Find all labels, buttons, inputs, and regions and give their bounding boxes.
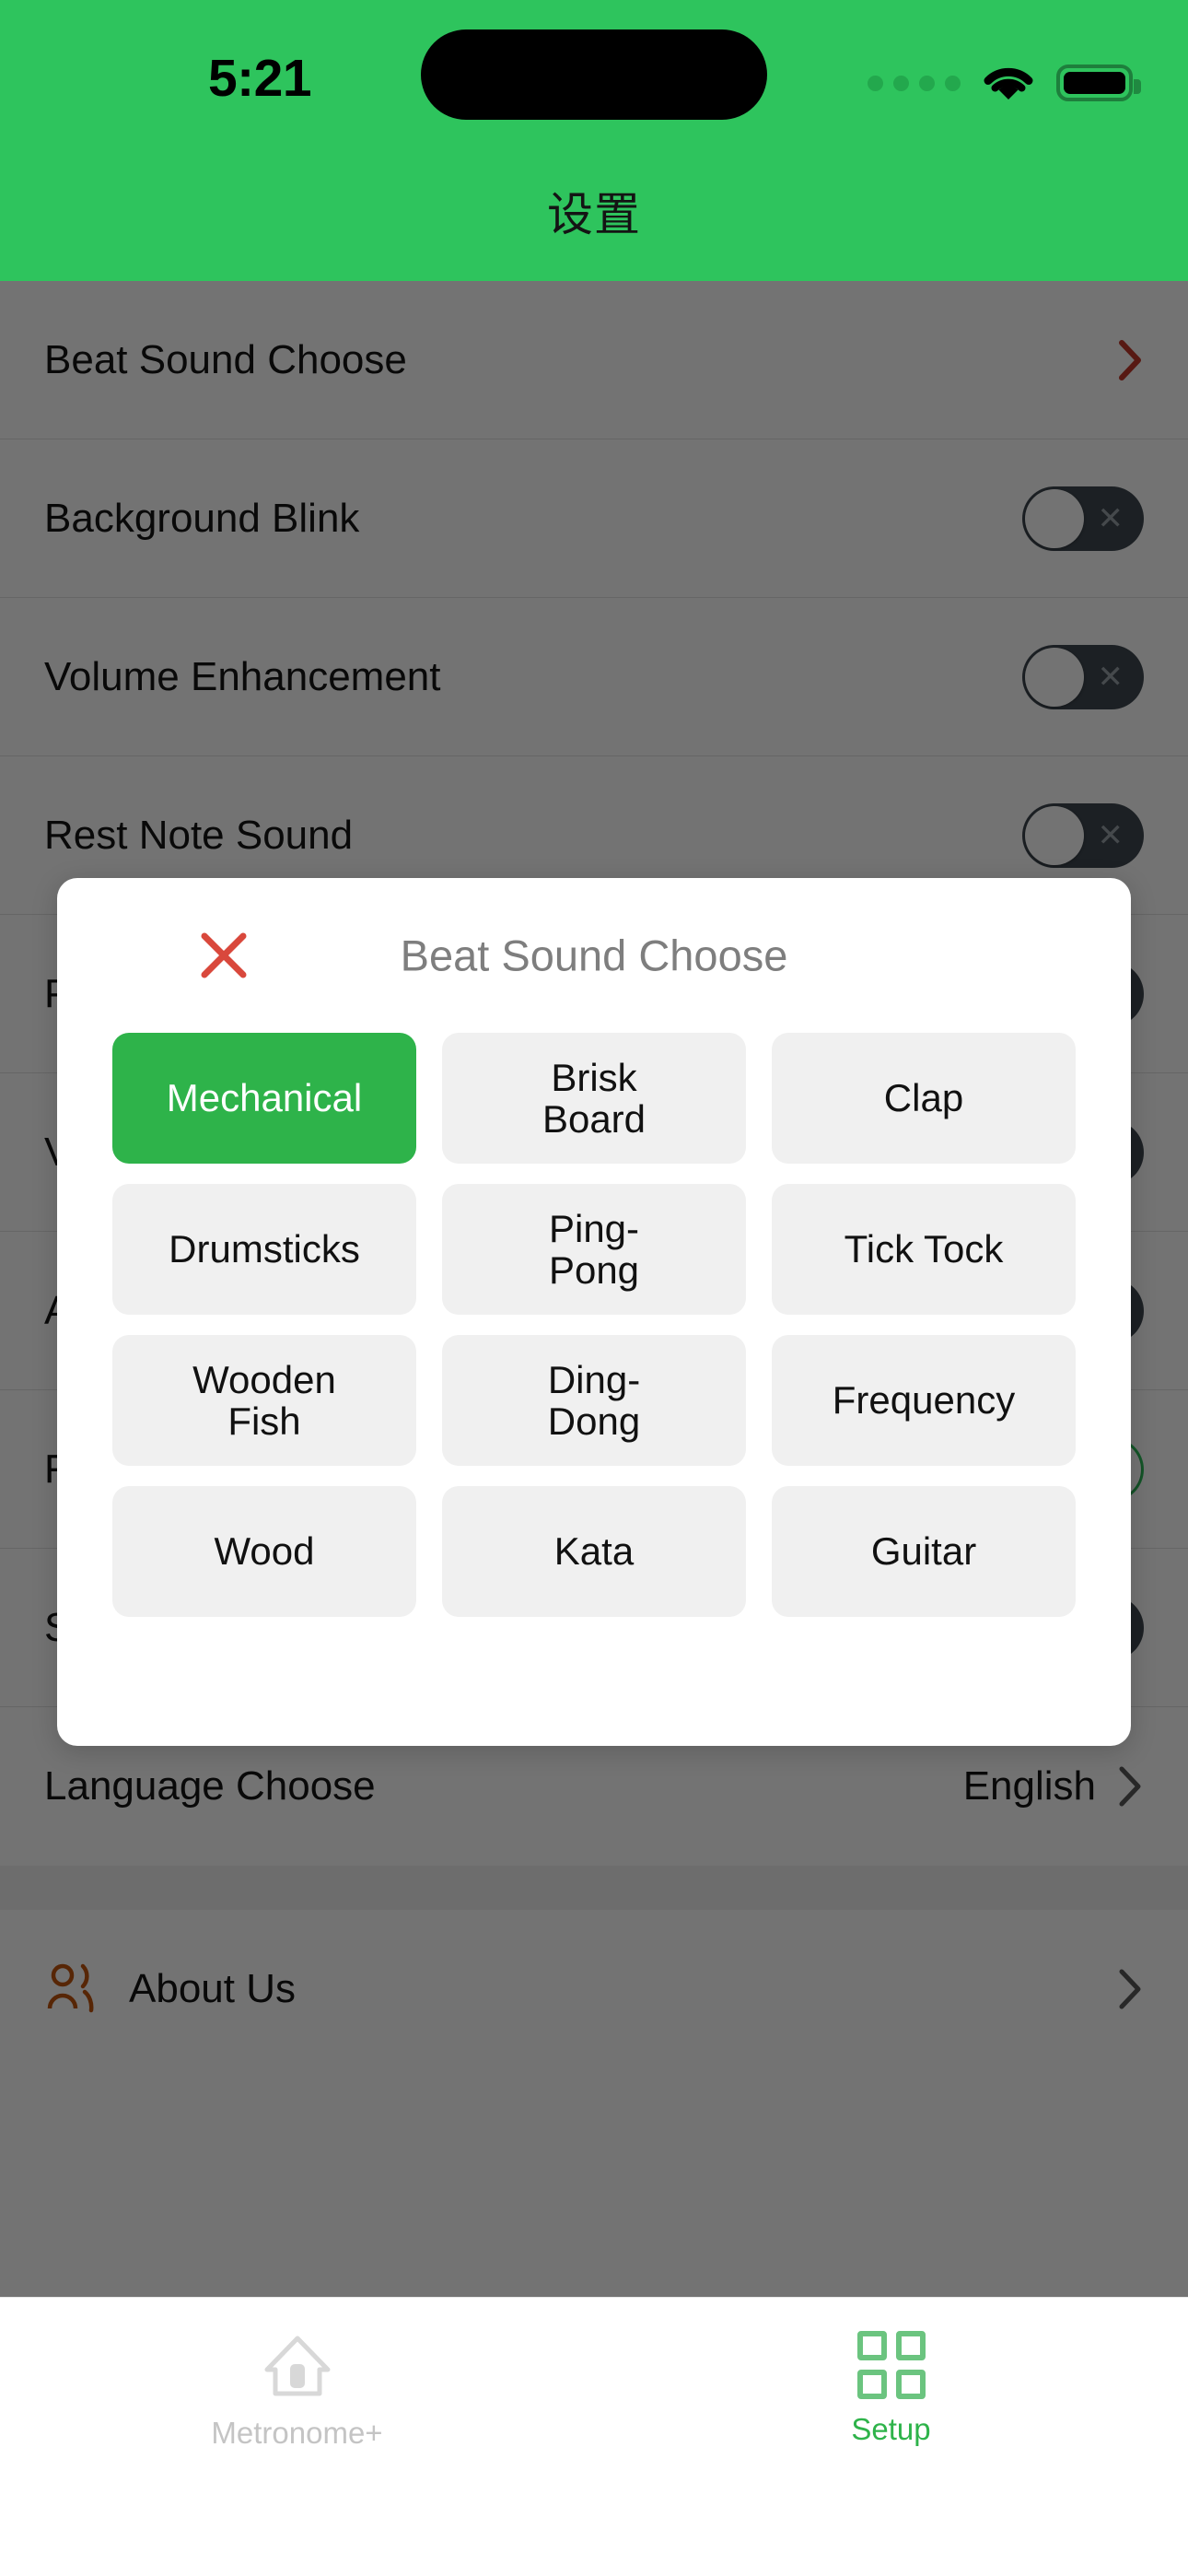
modal-title: Beat Sound Choose [400,931,788,980]
bottom-tab-bar: Metronome+ Setup [0,2297,1188,2576]
tab-setup-label: Setup [851,2412,931,2446]
sound-option-button[interactable]: Ding- Dong [442,1335,746,1466]
modal-header: Beat Sound Choose [57,878,1131,1033]
sound-option-button[interactable]: Brisk Board [442,1033,746,1164]
sound-option-button[interactable]: Wooden Fish [112,1335,416,1466]
phone-screen: Beat Sound ChooseBackground Blink✕Volume… [0,0,1188,2576]
cellular-dots-icon [868,75,961,91]
home-icon [264,2336,330,2396]
sound-option-button[interactable]: Drumsticks [112,1184,416,1315]
sound-option-button[interactable]: Mechanical [112,1033,416,1164]
grid-icon [856,2331,926,2399]
page-title: 设置 [547,189,641,240]
status-bar: 5:21 [0,0,1188,166]
sound-option-button[interactable]: Clap [772,1033,1076,1164]
nav-header: 设置 [0,166,1188,281]
beat-sound-choose-modal: Beat Sound Choose Mechanical Brisk Board C… [57,878,1131,1746]
battery-full-icon [1056,64,1141,101]
sound-option-button[interactable]: Ping- Pong [442,1184,746,1315]
sound-option-button[interactable]: Guitar [772,1486,1076,1617]
status-bar-indicators [868,57,1141,109]
tab-metronome[interactable]: Metronome+ [0,2298,594,2576]
sound-option-grid: Mechanical Brisk Board Clap Drumsticks Ping-… [57,1033,1131,1617]
tab-metronome-label: Metronome+ [211,2416,383,2450]
sound-option-button[interactable]: Frequency [772,1335,1076,1466]
sound-option-button[interactable]: Kata [442,1486,746,1617]
wifi-icon [984,67,1033,100]
dynamic-island [421,29,767,120]
sound-option-button[interactable]: Wood [112,1486,416,1617]
status-bar-time: 5:21 [207,49,312,108]
sound-option-button[interactable]: Tick Tock [772,1184,1076,1315]
tab-setup[interactable]: Setup [594,2298,1188,2576]
